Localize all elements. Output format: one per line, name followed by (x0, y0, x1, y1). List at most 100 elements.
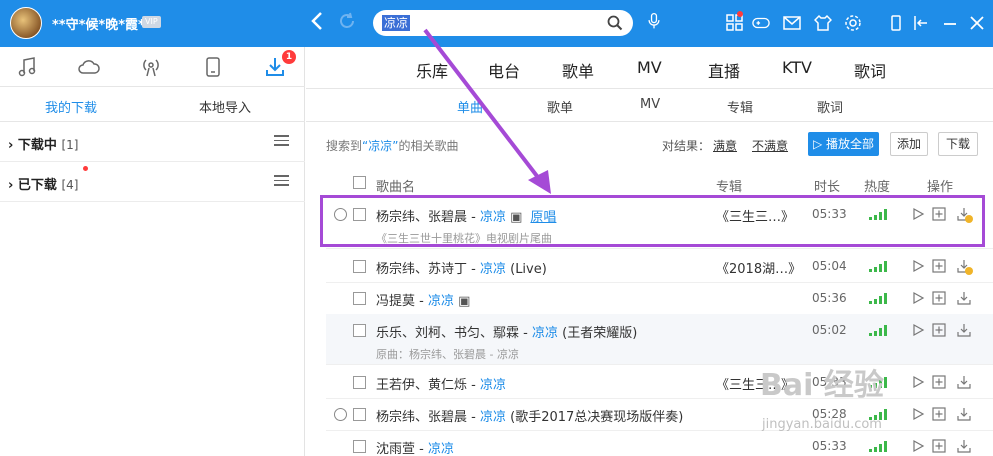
sub-tabs: 单曲 歌单 MV 专辑 歌词 (306, 89, 993, 122)
song-row[interactable]: 冯提莫 - 凉凉 ▣ 05:36 (326, 282, 993, 314)
downloading-row[interactable]: › 下载中 [1] (0, 122, 305, 162)
watermark-url: jingyan.baidu.com (762, 417, 882, 432)
download-icon[interactable] (957, 407, 971, 421)
subtab-playlists[interactable]: 歌单 (547, 97, 573, 116)
song-artist[interactable]: 杨宗纬、张碧晨 - (376, 410, 480, 425)
song-name[interactable]: 凉凉 (532, 326, 558, 341)
song-title[interactable]: 王若伊、黄仁烁 - 凉凉 (376, 374, 506, 393)
play-all-button[interactable]: ▷ 播放全部 (808, 132, 879, 156)
subtab-lyrics[interactable]: 歌词 (817, 97, 843, 116)
search-icon[interactable] (607, 15, 623, 31)
download-icon[interactable] (957, 375, 971, 389)
expand-icon[interactable] (334, 408, 347, 421)
downloaded-row[interactable]: › 已下载 [4] (0, 162, 305, 202)
tab-mv[interactable]: MV (637, 58, 662, 77)
microphone-icon[interactable] (645, 12, 663, 30)
tab-live[interactable]: 直播 (708, 58, 740, 82)
song-title[interactable]: 乐乐、刘柯、书匀、鄢霖 - 凉凉 (王者荣耀版) (376, 322, 637, 341)
game-icon[interactable] (752, 14, 770, 32)
song-row[interactable]: 杨宗纬、张碧晨 - 凉凉 (歌手2017总决赛现场版伴奏) 05:28 (326, 398, 993, 430)
search-box[interactable]: 凉凉 (373, 10, 633, 36)
song-artist[interactable]: 杨宗纬、苏诗丁 - (376, 262, 480, 277)
download-icon[interactable] (957, 291, 971, 305)
tab-library[interactable]: 乐库 (416, 58, 448, 82)
select-all-checkbox[interactable] (353, 176, 366, 189)
downloading-count: [1] (61, 138, 79, 152)
song-artist[interactable]: 王若伊、黄仁烁 - (376, 378, 480, 393)
menu-icon[interactable] (274, 175, 289, 187)
song-artist[interactable]: 冯提莫 - (376, 294, 428, 309)
menu-icon[interactable] (274, 135, 289, 147)
song-row[interactable]: 乐乐、刘柯、书匀、鄢霖 - 凉凉 (王者荣耀版) 原曲：杨宗纬、张碧晨 - 凉凉 0… (326, 314, 993, 364)
mail-icon[interactable] (783, 14, 801, 32)
song-artist[interactable]: 乐乐、刘柯、书匀、鄢霖 - (376, 326, 532, 341)
add-button[interactable]: 添加 (890, 132, 928, 156)
song-name[interactable]: 凉凉 (480, 378, 506, 393)
song-name[interactable]: 凉凉 (480, 262, 506, 277)
mv-icon[interactable]: ▣ (454, 294, 470, 309)
download-icon[interactable] (957, 323, 971, 337)
close-icon[interactable] (968, 14, 986, 32)
song-title[interactable]: 杨宗纬、苏诗丁 - 凉凉 (Live) (376, 258, 547, 277)
back-icon[interactable] (311, 11, 323, 35)
song-title[interactable]: 沈雨萱 - 凉凉 (376, 438, 454, 456)
tab-my-downloads[interactable]: 我的下载 (45, 97, 97, 116)
skin-icon[interactable] (814, 14, 832, 32)
add-icon[interactable] (932, 259, 946, 273)
song-row[interactable]: 沈雨萱 - 凉凉 05:33 (326, 430, 993, 456)
cloud-icon[interactable] (78, 56, 100, 78)
dock-icon[interactable] (913, 14, 931, 32)
song-artist[interactable]: 沈雨萱 - (376, 442, 428, 456)
song-checkbox[interactable] (353, 324, 366, 337)
subtab-albums[interactable]: 专辑 (727, 97, 753, 116)
download-icon[interactable] (957, 439, 971, 453)
play-icon[interactable] (911, 291, 925, 305)
song-title[interactable]: 冯提莫 - 凉凉 ▣ (376, 290, 470, 309)
tab-lyrics[interactable]: 歌词 (854, 58, 886, 82)
add-icon[interactable] (932, 375, 946, 389)
add-icon[interactable] (932, 323, 946, 337)
tab-local-import[interactable]: 本地导入 (199, 97, 251, 116)
tab-ktv[interactable]: KTV (782, 58, 812, 77)
add-icon[interactable] (932, 291, 946, 305)
heat-bars (869, 261, 887, 272)
song-row[interactable]: 王若伊、黄仁烁 - 凉凉 《三生三…》 05:33 (326, 366, 993, 398)
new-dot (83, 166, 88, 171)
unsatisfied-link[interactable]: 不满意 (752, 137, 788, 154)
minimize-icon[interactable] (941, 14, 959, 32)
gear-icon[interactable] (844, 14, 862, 32)
username[interactable]: **守*候*晚*霞** (52, 14, 152, 33)
song-checkbox[interactable] (353, 440, 366, 453)
song-name[interactable]: 凉凉 (428, 442, 454, 456)
search-input[interactable]: 凉凉 (382, 15, 411, 31)
song-album[interactable]: 《2018湖…》 (716, 258, 801, 277)
song-row[interactable]: 杨宗纬、苏诗丁 - 凉凉 (Live) 《2018湖…》 05:04 (326, 250, 993, 282)
refresh-icon[interactable] (338, 12, 356, 34)
play-icon[interactable] (911, 375, 925, 389)
add-icon[interactable] (932, 407, 946, 421)
phone-icon[interactable] (202, 56, 224, 78)
song-checkbox[interactable] (353, 292, 366, 305)
song-name[interactable]: 凉凉 (480, 410, 506, 425)
play-icon[interactable] (911, 407, 925, 421)
radio-icon[interactable] (140, 56, 162, 78)
mini-mode-icon[interactable] (887, 14, 905, 32)
song-checkbox[interactable] (353, 260, 366, 273)
avatar[interactable] (10, 7, 42, 39)
tab-playlist[interactable]: 歌单 (562, 58, 594, 82)
tab-radio[interactable]: 电台 (488, 58, 520, 82)
add-icon[interactable] (932, 439, 946, 453)
song-title[interactable]: 杨宗纬、张碧晨 - 凉凉 (歌手2017总决赛现场版伴奏) (376, 406, 683, 425)
play-icon[interactable] (911, 259, 925, 273)
download-button[interactable]: 下载 (938, 132, 978, 156)
song-checkbox[interactable] (353, 376, 366, 389)
subtab-songs[interactable]: 单曲 (457, 97, 483, 116)
subtab-mv[interactable]: MV (640, 97, 660, 112)
satisfied-link[interactable]: 满意 (713, 137, 737, 154)
music-icon[interactable] (16, 56, 38, 78)
result-prefix: 搜索到 (326, 139, 363, 153)
song-checkbox[interactable] (353, 408, 366, 421)
play-icon[interactable] (911, 439, 925, 453)
song-name[interactable]: 凉凉 (428, 294, 454, 309)
play-icon[interactable] (911, 323, 925, 337)
